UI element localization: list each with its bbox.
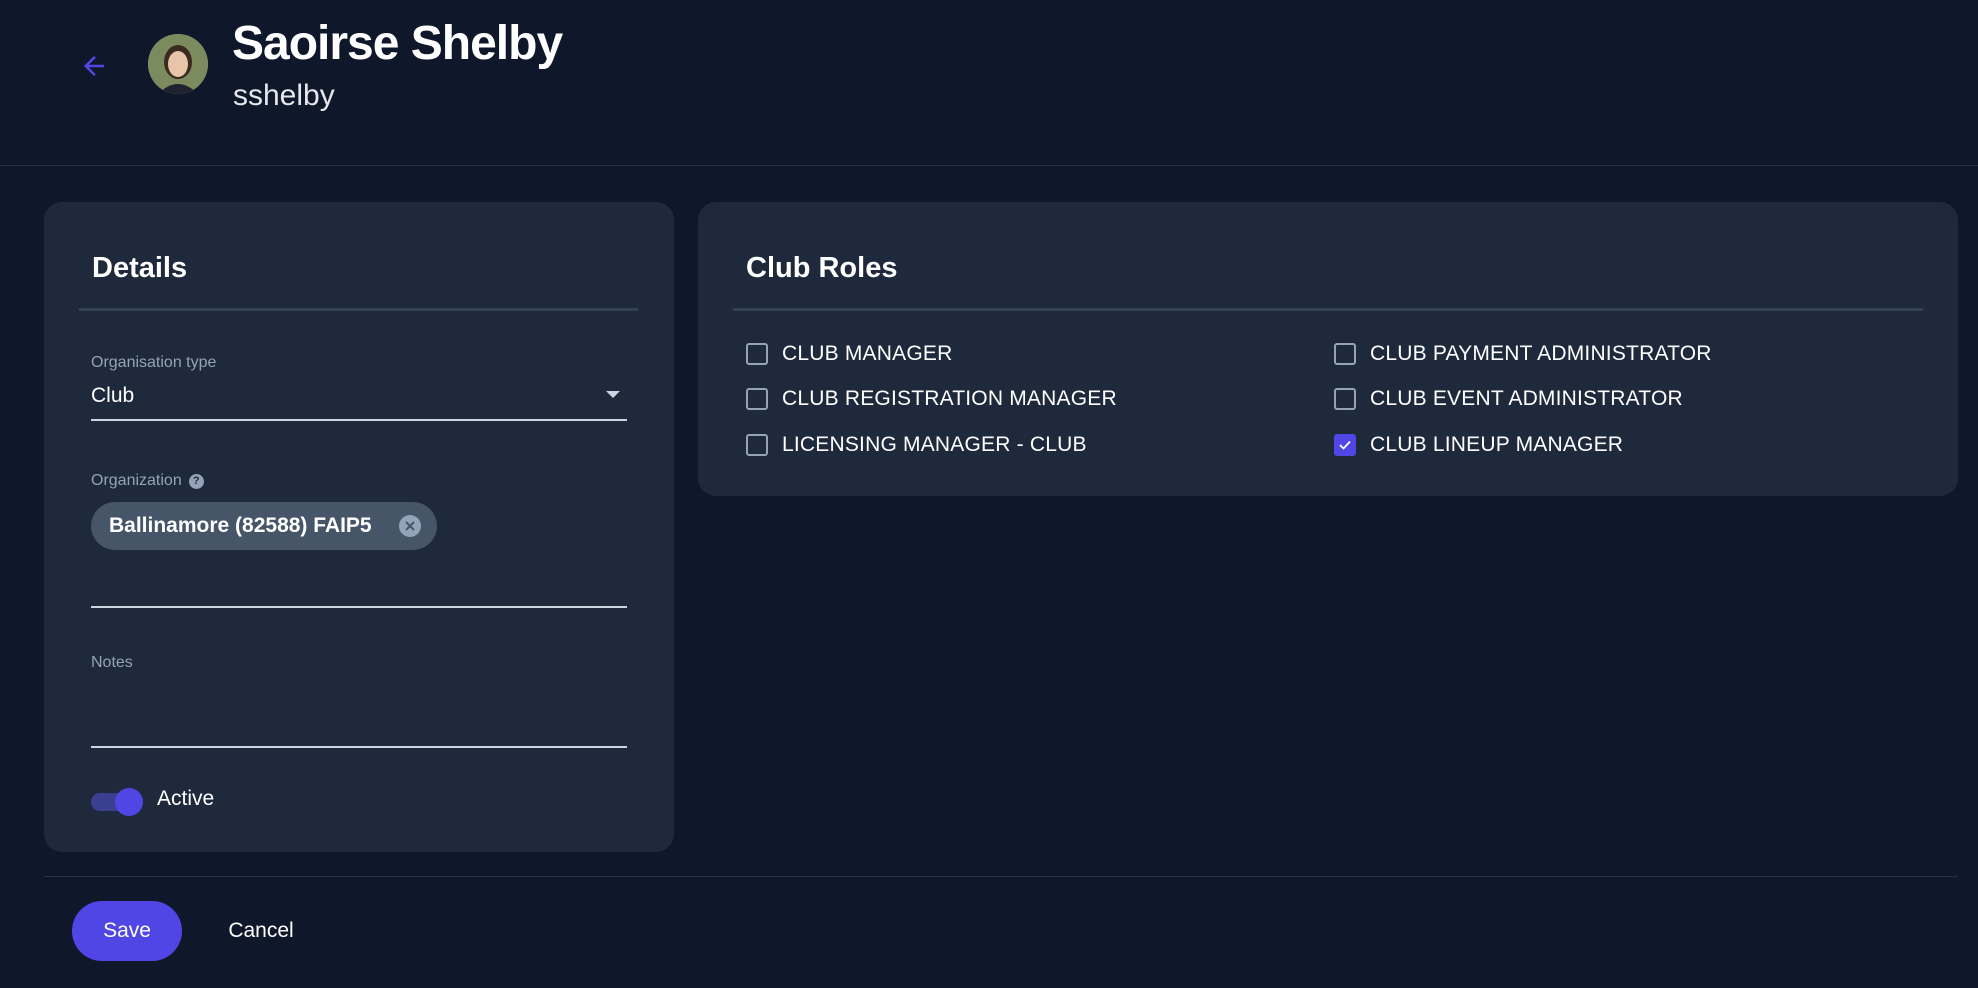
organization-chip[interactable]: Ballinamore (82588) FAIP5 (91, 502, 437, 550)
club-roles-card: Club Roles CLUB MANAGER CLUB REGISTRATIO… (698, 202, 1958, 496)
checkbox[interactable] (746, 434, 768, 456)
arrow-left-icon (84, 56, 104, 76)
chevron-down-icon[interactable] (606, 391, 620, 398)
role-label: LICENSING MANAGER - CLUB (782, 433, 1087, 456)
footer-divider (44, 876, 1958, 877)
back-button[interactable] (74, 46, 114, 86)
role-label: CLUB LINEUP MANAGER (1370, 433, 1624, 456)
role-label: CLUB MANAGER (782, 342, 953, 365)
details-divider (79, 308, 638, 311)
help-icon[interactable]: ? (188, 473, 204, 489)
active-label: Active (157, 787, 215, 810)
checkbox-checked[interactable] (1334, 434, 1356, 456)
checkbox[interactable] (746, 343, 768, 365)
notes-underline (91, 746, 627, 748)
role-label: CLUB PAYMENT ADMINISTRATOR (1370, 342, 1712, 365)
role-club-payment-administrator[interactable]: CLUB PAYMENT ADMINISTRATOR (1334, 342, 1712, 366)
organization-label-text: Organization (91, 472, 182, 489)
club-roles-title: Club Roles (746, 252, 898, 284)
checkmark-icon (1339, 440, 1351, 450)
active-toggle[interactable] (91, 786, 147, 818)
close-icon[interactable] (399, 515, 421, 537)
checkbox[interactable] (1334, 343, 1356, 365)
role-club-manager[interactable]: CLUB MANAGER (746, 342, 952, 366)
org-type-label: Organisation type (91, 354, 217, 371)
role-licensing-manager-club[interactable]: LICENSING MANAGER - CLUB (746, 433, 1087, 457)
role-club-lineup-manager[interactable]: CLUB LINEUP MANAGER (1334, 433, 1623, 457)
org-type-underline (91, 419, 627, 421)
role-label: CLUB EVENT ADMINISTRATOR (1370, 387, 1683, 410)
notes-label: Notes (91, 654, 133, 671)
save-button[interactable]: Save (72, 901, 182, 961)
checkbox[interactable] (746, 388, 768, 410)
role-label: CLUB REGISTRATION MANAGER (782, 387, 1117, 410)
organization-chip-label: Ballinamore (82588) FAIP5 (109, 514, 372, 537)
user-username: sshelby (233, 79, 335, 112)
role-club-registration-manager[interactable]: CLUB REGISTRATION MANAGER (746, 387, 1117, 411)
club-roles-divider (733, 308, 1923, 311)
org-type-select[interactable]: Club (91, 384, 591, 414)
details-title: Details (92, 252, 188, 284)
role-club-event-administrator[interactable]: CLUB EVENT ADMINISTRATOR (1334, 387, 1683, 411)
organization-label: Organization ? (91, 472, 204, 490)
notes-field[interactable] (91, 682, 627, 742)
toggle-knob (115, 788, 143, 816)
checkbox[interactable] (1334, 388, 1356, 410)
page-header: Saoirse Shelby sshelby (0, 0, 1978, 166)
organization-input[interactable] (91, 606, 627, 608)
cancel-button[interactable]: Cancel (197, 901, 325, 961)
user-full-name: Saoirse Shelby (232, 17, 563, 70)
avatar (148, 34, 208, 94)
details-card: Details Organisation type Club Organizat… (44, 202, 674, 852)
